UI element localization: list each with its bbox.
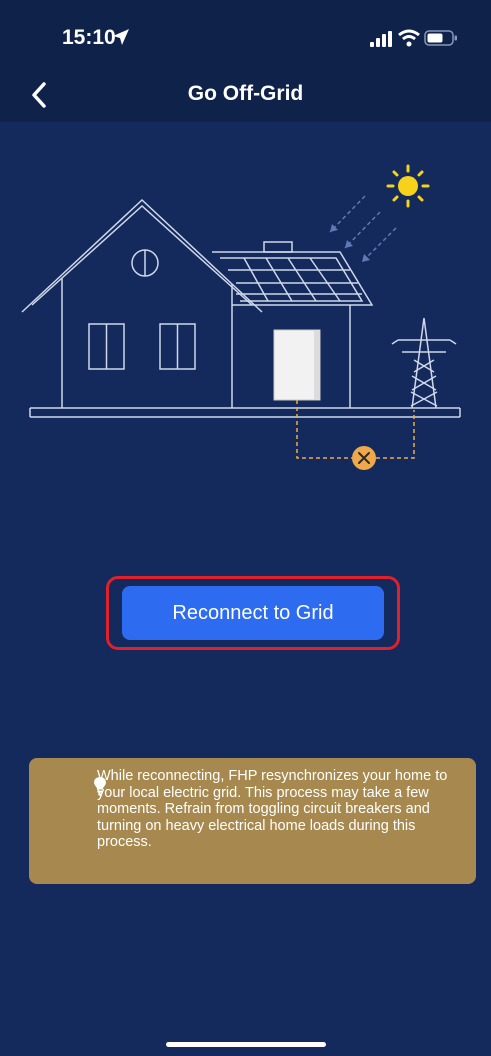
info-text: While reconnecting, FHP resynchronizes y… — [97, 768, 448, 850]
battery-icon — [424, 30, 457, 46]
reconnect-to-grid-button[interactable]: Reconnect to Grid — [122, 586, 384, 640]
signal-icon — [370, 31, 392, 47]
lightbulb-icon — [94, 777, 106, 796]
transmission-tower-icon — [391, 317, 457, 409]
home-indicator[interactable] — [166, 1042, 326, 1047]
disconnect-x-icon — [352, 446, 376, 470]
off-grid-illustration — [21, 164, 461, 470]
sun-icon — [386, 164, 430, 208]
info-banner: While reconnecting, FHP resynchronizes y… — [29, 758, 476, 884]
wifi-icon — [398, 29, 420, 47]
page-title: Go Off-Grid — [187, 82, 304, 105]
inverter-device — [273, 329, 321, 401]
location-arrow-icon — [113, 29, 129, 45]
status-time: 15:10 — [62, 26, 116, 49]
